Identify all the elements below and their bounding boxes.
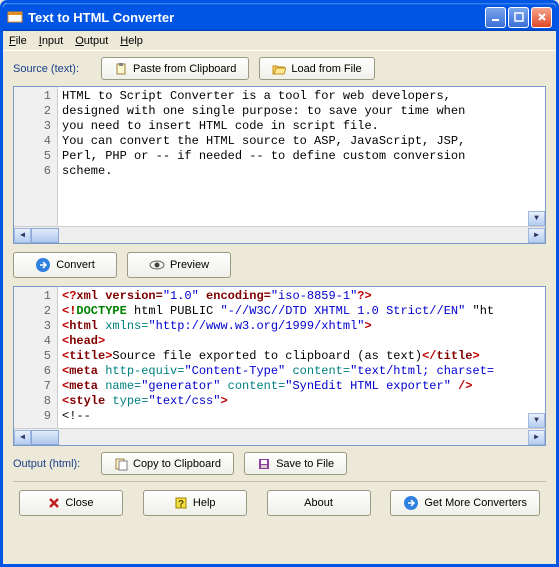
- floppy-disk-icon: [257, 457, 271, 471]
- menubar: File Input Output Help: [3, 31, 556, 51]
- about-button[interactable]: About: [267, 490, 371, 516]
- x-icon: [48, 497, 60, 509]
- source-hscrollbar[interactable]: ◀ ▶: [14, 226, 545, 243]
- paste-clipboard-button[interactable]: Paste from Clipboard: [101, 57, 249, 80]
- scroll-left-icon[interactable]: ◀: [14, 430, 31, 445]
- close-button[interactable]: Close: [19, 490, 123, 516]
- close-window-button[interactable]: [531, 7, 552, 28]
- window-title: Text to HTML Converter: [28, 10, 485, 25]
- titlebar: Text to HTML Converter: [3, 3, 556, 31]
- menu-file[interactable]: File: [9, 35, 27, 47]
- scroll-thumb[interactable]: [31, 430, 59, 445]
- folder-open-icon: [272, 62, 286, 76]
- output-hscrollbar[interactable]: ◀ ▶: [14, 428, 545, 445]
- source-label: Source (text):: [13, 63, 91, 75]
- scroll-down-icon[interactable]: ▼: [528, 211, 545, 226]
- get-more-button[interactable]: Get More Converters: [390, 490, 540, 516]
- preview-button[interactable]: Preview: [127, 252, 231, 278]
- help-icon: ?: [174, 496, 188, 510]
- output-label: Output (html):: [13, 458, 91, 470]
- scroll-thumb[interactable]: [31, 228, 59, 243]
- eye-icon: [149, 259, 165, 271]
- scroll-right-icon[interactable]: ▶: [528, 430, 545, 445]
- convert-button[interactable]: Convert: [13, 252, 117, 278]
- scroll-right-icon[interactable]: ▶: [528, 228, 545, 243]
- source-editor[interactable]: 123 456 HTML to Script Converter is a to…: [13, 86, 546, 244]
- scroll-left-icon[interactable]: ◀: [14, 228, 31, 243]
- scroll-down-icon[interactable]: ▼: [528, 413, 545, 428]
- convert-arrow-icon: [403, 495, 419, 511]
- load-file-button[interactable]: Load from File: [259, 57, 374, 80]
- clipboard-icon: [114, 62, 128, 76]
- source-gutter: 123 456: [14, 87, 58, 226]
- source-code[interactable]: HTML to Script Converter is a tool for w…: [58, 87, 545, 226]
- help-button[interactable]: ? Help: [143, 490, 247, 516]
- menu-help[interactable]: Help: [120, 35, 143, 47]
- svg-text:?: ?: [178, 499, 184, 510]
- menu-input[interactable]: Input: [39, 35, 63, 47]
- clipboard-copy-icon: [114, 457, 128, 471]
- convert-arrow-icon: [35, 257, 51, 273]
- output-code[interactable]: <?xml version="1.0" encoding="iso-8859-1…: [58, 287, 545, 428]
- save-file-button[interactable]: Save to File: [244, 452, 347, 475]
- output-editor[interactable]: 123 456 789 <?xml version="1.0" encoding…: [13, 286, 546, 446]
- copy-clipboard-button[interactable]: Copy to Clipboard: [101, 452, 234, 475]
- maximize-button[interactable]: [508, 7, 529, 28]
- menu-output[interactable]: Output: [75, 35, 108, 47]
- app-icon: [7, 9, 23, 25]
- output-gutter: 123 456 789: [14, 287, 58, 428]
- minimize-button[interactable]: [485, 7, 506, 28]
